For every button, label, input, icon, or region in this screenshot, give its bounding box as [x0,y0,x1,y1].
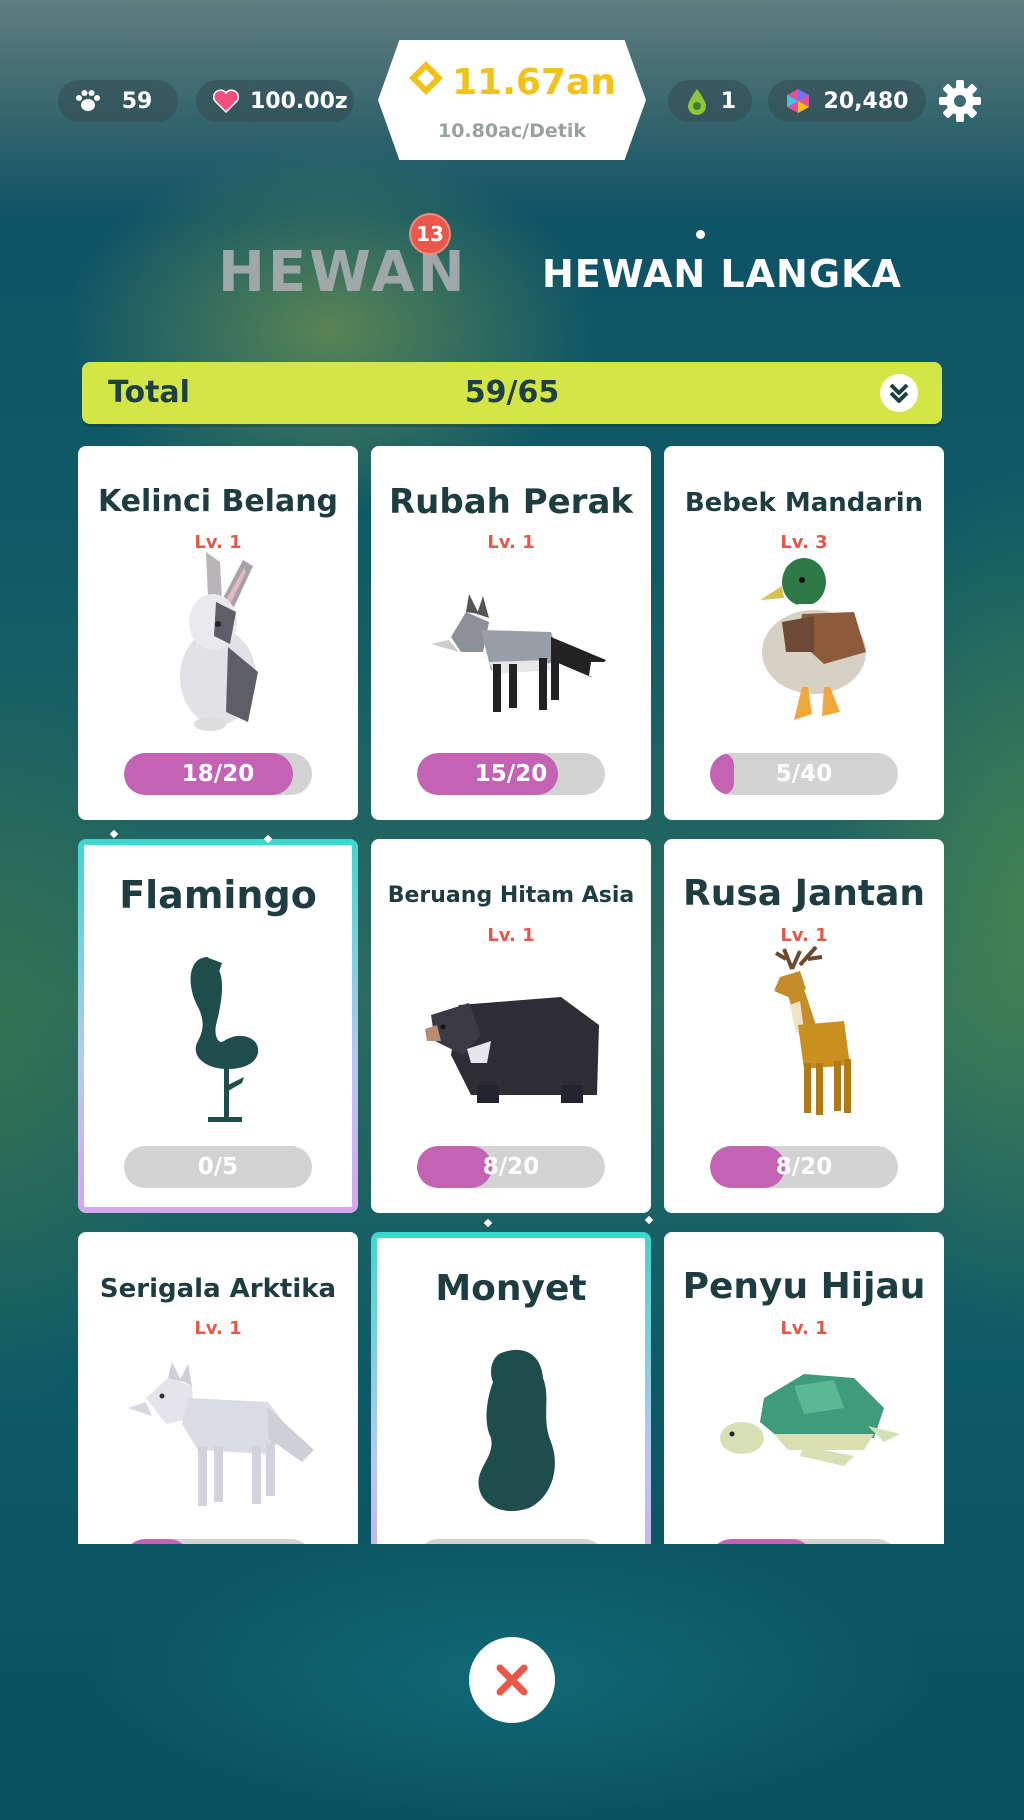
animal-level: Lv. 1 [487,532,535,553]
progress-bar [417,1539,605,1544]
progress-text: 18/20 [181,761,255,787]
animal-card[interactable]: Beruang Hitam Asia Lv. 1 8/20 [371,839,651,1213]
coin-icon [408,60,444,105]
progress-text: 5/40 [775,761,833,787]
animal-name: Kelinci Belang [97,484,339,519]
animal-name: Serigala Arktika [99,1274,337,1304]
deer-image [764,945,851,1115]
animal-name: Monyet [435,1268,587,1309]
money-panel: 11.67an 10.80ac/Detik [378,40,646,160]
money-rate: 10.80ac/Detik [437,120,586,142]
animal-card-locked[interactable]: Flamingo 0/5 [78,839,358,1213]
expand-button[interactable] [880,374,918,412]
animal-card[interactable]: Kelinci Belang Lv. 1 18/20 [78,446,358,820]
animal-level: Lv. 3 [780,532,828,553]
bear-image [425,997,599,1103]
paws-value: 59 [121,88,153,114]
drop-icon [684,87,711,115]
animal-name: Penyu Hijau [682,1266,926,1307]
progress-fill [710,1539,814,1544]
tab-hewan-langka[interactable]: HEWAN LANGKA [542,252,902,296]
animal-card[interactable]: Bebek Mandarin Lv. 3 5/40 [664,446,944,820]
total-bar: Total 59/65 [82,362,942,424]
gear-icon [939,80,981,122]
drops-value: 1 [720,88,736,114]
progress-bar [710,1539,898,1544]
progress-text: 0/5 [197,1154,239,1180]
drops-counter: 1 [668,80,752,122]
wolf-image [128,1362,314,1506]
total-value: 59/65 [464,375,560,410]
flamingo-silhouette [190,957,259,1122]
double-chevron-down-icon [889,383,909,403]
animal-level: Lv. 1 [194,532,242,553]
paw-icon [74,87,102,115]
animal-level: Lv. 1 [194,1318,242,1339]
animal-level: Lv. 1 [487,925,535,946]
duck-image [760,558,866,720]
animal-name: Bebek Mandarin [684,488,924,518]
hearts-value: 100.00z [250,88,348,114]
paws-counter: 59 [58,80,178,122]
progress-bar: 15/20 [417,753,605,795]
animal-card[interactable]: Rusa Jantan Lv. 1 8/20 [664,839,944,1213]
progress-bar: 8/20 [710,1146,898,1188]
fox-image [431,594,609,712]
animal-name: Rubah Perak [388,482,633,522]
turtle-image [720,1374,900,1466]
gem-icon [784,87,812,115]
progress-text: 8/20 [482,1154,540,1180]
animal-level: Lv. 1 [780,925,828,946]
heart-icon [212,87,240,115]
monkey-silhouette [478,1349,555,1512]
close-icon [496,1664,528,1696]
progress-text: 8/20 [775,1154,833,1180]
progress-bar: 0/5 [124,1146,312,1188]
close-button[interactable] [469,1637,555,1723]
settings-button[interactable] [937,78,983,124]
progress-text: 15/20 [474,761,548,787]
progress-bar: 8/20 [417,1146,605,1188]
animal-name: Rusa Jantan [682,873,926,914]
money-value: 11.67an [452,62,616,103]
animal-card[interactable]: Serigala Arktika Lv. 1 [78,1232,358,1544]
animal-card[interactable]: Rubah Perak Lv. 1 15/20 [371,446,651,820]
hearts-counter: 100.00z [196,80,354,122]
animal-name: Flamingo [119,873,317,917]
progress-bar: 18/20 [124,753,312,795]
progress-bar: 5/40 [710,753,898,795]
progress-fill [124,1539,190,1544]
new-indicator-dot [696,230,705,239]
rabbit-image [180,552,258,731]
animal-level: Lv. 1 [780,1318,828,1339]
animal-grid: Kelinci Belang Lv. 1 18/20 Rubah Perak L… [70,440,960,1544]
notification-badge: 13 [409,213,451,255]
gems-counter: 20,480 [768,80,926,122]
animal-card[interactable]: Penyu Hijau Lv. 1 [664,1232,944,1544]
animal-card-locked[interactable]: Monyet [371,1232,651,1544]
progress-bar [124,1539,312,1544]
gems-value: 20,480 [823,88,909,114]
animal-name: Beruang Hitam Asia [387,883,635,908]
